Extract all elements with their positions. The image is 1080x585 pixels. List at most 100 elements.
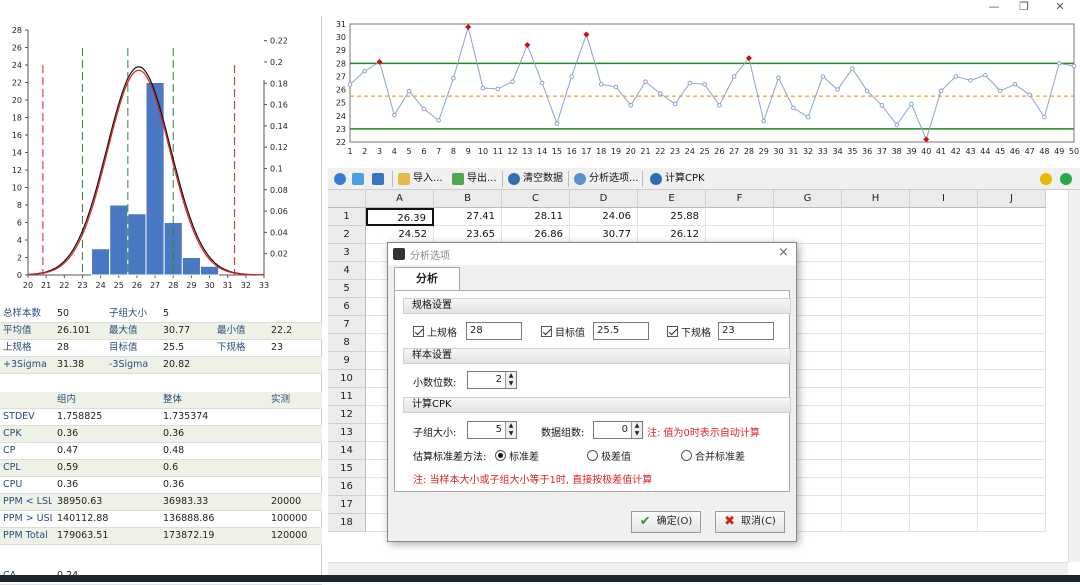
export-button[interactable]: 导出...	[452, 170, 497, 188]
grid-cell[interactable]	[910, 388, 978, 406]
grid-cell[interactable]	[978, 226, 1046, 244]
row-header[interactable]: 11	[328, 388, 366, 406]
column-header[interactable]: G	[774, 190, 842, 208]
column-header[interactable]: A	[366, 190, 434, 208]
grid-cell[interactable]	[910, 478, 978, 496]
column-header[interactable]: C	[502, 190, 570, 208]
grid-cell[interactable]	[910, 370, 978, 388]
grid-cell[interactable]	[910, 514, 978, 532]
grid-cell[interactable]	[842, 208, 910, 226]
grid-cell[interactable]	[910, 280, 978, 298]
groups-spinner[interactable]: 0 ▲ ▼	[593, 421, 643, 439]
column-header[interactable]: H	[842, 190, 910, 208]
grid-cell[interactable]	[978, 352, 1046, 370]
lsl-checkbox[interactable]: 下规格	[667, 324, 711, 339]
grid-cell[interactable]	[978, 496, 1046, 514]
row-header[interactable]: 10	[328, 370, 366, 388]
grid-cell[interactable]	[978, 370, 1046, 388]
grid-cell[interactable]	[978, 316, 1046, 334]
row-header[interactable]: 8	[328, 334, 366, 352]
grid-cell[interactable]	[910, 442, 978, 460]
grid-cell[interactable]	[842, 478, 910, 496]
grid-cell[interactable]	[842, 334, 910, 352]
row-header[interactable]: 16	[328, 478, 366, 496]
method-range-radio[interactable]: 极差值	[587, 448, 631, 463]
column-header[interactable]: I	[910, 190, 978, 208]
row-header[interactable]: 2	[328, 226, 366, 244]
analysis-options-button[interactable]: 分析选项...	[574, 170, 639, 188]
grid-cell[interactable]	[978, 388, 1046, 406]
grid-cell[interactable]	[978, 334, 1046, 352]
grid-cell[interactable]	[910, 496, 978, 514]
grid-cell[interactable]	[910, 262, 978, 280]
row-header[interactable]: 3	[328, 244, 366, 262]
grid-cell[interactable]	[842, 244, 910, 262]
method-pooled-radio[interactable]: 合并标准差	[681, 448, 745, 463]
lsl-input[interactable]: 23	[718, 322, 774, 340]
target-checkbox[interactable]: 目标值	[541, 324, 585, 339]
save-button[interactable]	[372, 170, 384, 188]
spin-down-icon[interactable]: ▼	[505, 430, 516, 438]
column-header[interactable]: F	[706, 190, 774, 208]
usl-input[interactable]: 28	[466, 322, 522, 340]
maximize-button[interactable]: ❐	[1006, 0, 1042, 16]
grid-cell[interactable]: 27.41	[434, 208, 502, 226]
grid-cell[interactable]	[978, 478, 1046, 496]
grid-corner[interactable]	[328, 190, 366, 208]
row-header[interactable]: 7	[328, 316, 366, 334]
clear-data-button[interactable]: 清空数据	[508, 170, 563, 188]
grid-cell[interactable]	[910, 244, 978, 262]
calc-cpk-button[interactable]: 计算CPK	[650, 170, 705, 188]
new-button[interactable]	[334, 170, 346, 188]
column-header[interactable]: J	[978, 190, 1046, 208]
grid-cell[interactable]	[910, 298, 978, 316]
usl-checkbox[interactable]: 上规格	[413, 324, 457, 339]
grid-cell[interactable]	[978, 442, 1046, 460]
row-header[interactable]: 6	[328, 298, 366, 316]
warning-button[interactable]	[1040, 170, 1052, 188]
spin-down-icon[interactable]: ▼	[631, 430, 642, 438]
tab-analysis[interactable]: 分析	[394, 267, 460, 291]
grid-cell[interactable]	[910, 424, 978, 442]
grid-cell[interactable]	[842, 316, 910, 334]
grid-cell[interactable]	[978, 208, 1046, 226]
grid-cell[interactable]	[978, 424, 1046, 442]
grid-cell[interactable]	[842, 496, 910, 514]
row-header[interactable]: 17	[328, 496, 366, 514]
spin-up-icon[interactable]: ▲	[631, 422, 642, 430]
spin-up-icon[interactable]: ▲	[505, 422, 516, 430]
row-header[interactable]: 13	[328, 424, 366, 442]
target-input[interactable]: 25.5	[593, 322, 649, 340]
spin-down-icon[interactable]: ▼	[505, 380, 516, 388]
row-header[interactable]: 1	[328, 208, 366, 226]
grid-cell[interactable]	[978, 244, 1046, 262]
row-header[interactable]: 18	[328, 514, 366, 532]
grid-cell[interactable]	[910, 208, 978, 226]
spin-up-icon[interactable]: ▲	[505, 372, 516, 380]
row-header[interactable]: 4	[328, 262, 366, 280]
grid-cell[interactable]: 26.39	[366, 208, 434, 226]
grid-cell[interactable]	[910, 334, 978, 352]
grid-cell[interactable]	[774, 208, 842, 226]
grid-cell[interactable]	[978, 262, 1046, 280]
grid-cell[interactable]	[842, 370, 910, 388]
subgroup-spinner[interactable]: 5 ▲ ▼	[467, 421, 517, 439]
dialog-close-icon[interactable]: ×	[778, 245, 789, 260]
horizontal-scrollbar[interactable]	[328, 562, 1068, 576]
grid-cell[interactable]	[978, 406, 1046, 424]
ok-button[interactable]: ✔确定(O)	[631, 511, 701, 533]
grid-cell[interactable]	[842, 406, 910, 424]
grid-cell[interactable]	[842, 280, 910, 298]
grid-cell[interactable]: 25.88	[638, 208, 706, 226]
grid-cell[interactable]	[842, 262, 910, 280]
open-button[interactable]	[352, 170, 364, 188]
row-header[interactable]: 14	[328, 442, 366, 460]
row-header[interactable]: 15	[328, 460, 366, 478]
status-button[interactable]	[1060, 170, 1072, 188]
row-header[interactable]: 5	[328, 280, 366, 298]
grid-cell[interactable]	[910, 406, 978, 424]
grid-cell[interactable]	[706, 208, 774, 226]
row-header[interactable]: 9	[328, 352, 366, 370]
grid-cell[interactable]	[842, 514, 910, 532]
decimals-spinner[interactable]: 2 ▲ ▼	[467, 371, 517, 389]
